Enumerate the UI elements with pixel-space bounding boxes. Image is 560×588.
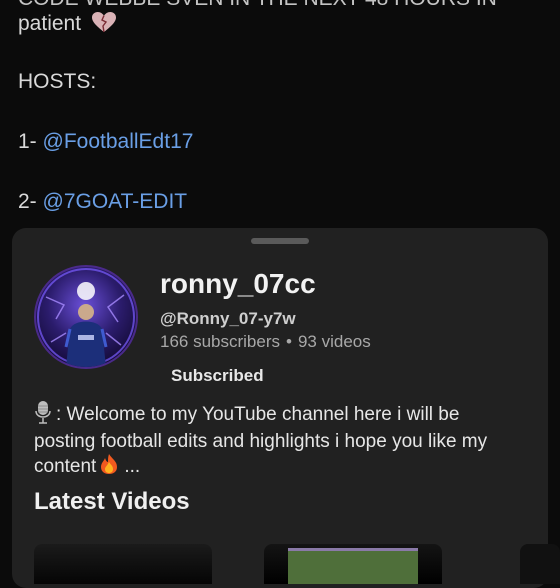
channel-handle: @Ronny_07-y7w: [160, 309, 296, 328]
sheet-drag-handle[interactable]: [251, 238, 309, 244]
host-line-2: 2- @7GOAT-EDIT: [18, 190, 187, 214]
post-text-cut-line: CODE WEBBE SVEN IN THE NEXT 48 HOURS IN: [18, 0, 497, 11]
latest-videos-heading: Latest Videos: [34, 488, 190, 515]
video-thumbnail-3[interactable]: [520, 544, 560, 584]
host-1-link[interactable]: @FootballEdt17: [43, 130, 194, 153]
host-2-prefix: 2-: [18, 190, 43, 213]
stats-separator: •: [286, 332, 292, 351]
post-line-patient: patient: [18, 11, 117, 39]
video-thumbnail-2[interactable]: [264, 544, 442, 584]
host-2-link[interactable]: @7GOAT-EDIT: [43, 190, 188, 213]
host-line-1: 1- @FootballEdt17: [18, 130, 193, 154]
channel-stats: 166 subscribers • 93 videos: [160, 332, 371, 352]
channel-description[interactable]: : Welcome to my YouTube channel here i w…: [34, 400, 514, 481]
post-text-patient: patient: [18, 12, 82, 35]
fire-icon: [100, 453, 118, 481]
heart-icon: [91, 11, 117, 39]
video-thumbnail-1[interactable]: [34, 544, 212, 584]
description-more[interactable]: ...: [124, 456, 140, 477]
host-1-prefix: 1-: [18, 130, 43, 153]
avatar-image: [37, 268, 135, 367]
microphone-icon: [34, 400, 52, 430]
channel-avatar[interactable]: [34, 265, 138, 369]
subscriber-count: 166 subscribers: [160, 332, 281, 351]
video-count: 93 videos: [297, 332, 371, 351]
channel-bottom-sheet: ronny_07cc @Ronny_07-y7w 166 subscribers…: [12, 228, 560, 588]
channel-name[interactable]: ronny_07cc: [160, 268, 316, 300]
thumbnail-image: [288, 548, 418, 584]
hosts-heading: HOSTS:: [18, 70, 97, 93]
subscribed-button[interactable]: Subscribed: [167, 364, 268, 388]
